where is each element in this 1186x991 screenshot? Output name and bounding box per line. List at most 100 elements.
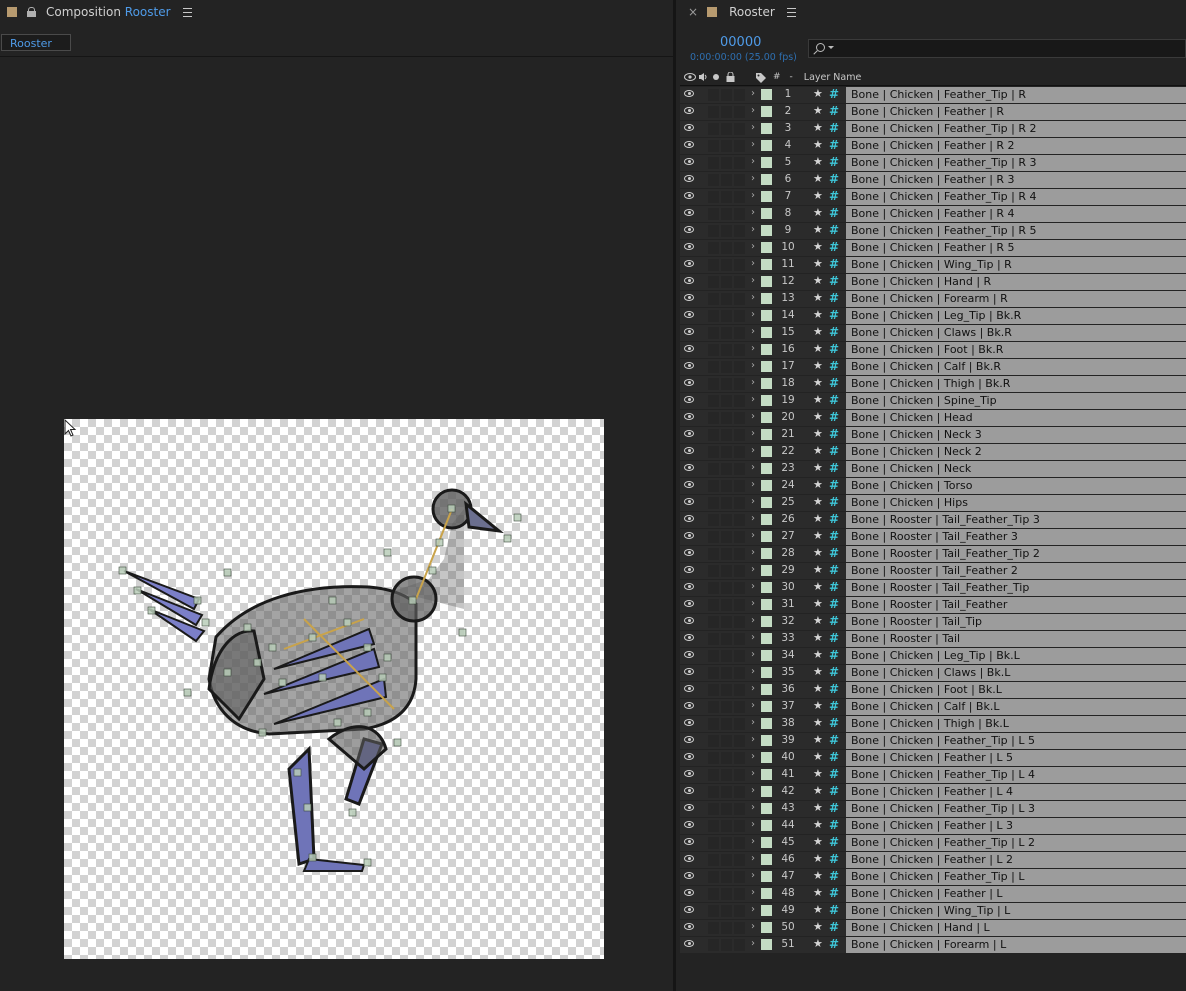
- layer-row[interactable]: › 6 ★ # Bone | Chicken | Feather | R 3: [680, 172, 1186, 188]
- eye-icon[interactable]: [684, 855, 694, 862]
- solo-toggle[interactable]: [721, 463, 732, 475]
- star-icon[interactable]: ★: [813, 716, 823, 729]
- layer-label-swatch[interactable]: [761, 531, 772, 542]
- layer-name[interactable]: Bone | Rooster | Tail_Feather_Tip: [846, 580, 1186, 596]
- layer-name[interactable]: Bone | Chicken | Leg_Tip | Bk.R: [846, 308, 1186, 324]
- layer-row[interactable]: › 21 ★ # Bone | Chicken | Neck 3: [680, 427, 1186, 443]
- layer-row[interactable]: › 5 ★ # Bone | Chicken | Feather_Tip | R 3: [680, 155, 1186, 171]
- eye-icon[interactable]: [684, 566, 694, 573]
- layer-label-swatch[interactable]: [761, 548, 772, 559]
- layer-name[interactable]: Bone | Chicken | Wing_Tip | R: [846, 257, 1186, 273]
- current-time-display[interactable]: 00000: [720, 35, 761, 50]
- chevron-right-icon[interactable]: ›: [751, 241, 755, 252]
- solo-toggle[interactable]: [721, 599, 732, 611]
- layer-label-swatch[interactable]: [761, 837, 772, 848]
- chevron-right-icon[interactable]: ›: [751, 564, 755, 575]
- chevron-right-icon[interactable]: ›: [751, 496, 755, 507]
- lock-toggle[interactable]: [734, 310, 745, 322]
- layer-name[interactable]: Bone | Chicken | Neck 3: [846, 427, 1186, 443]
- lock-toggle[interactable]: [734, 327, 745, 339]
- audio-toggle[interactable]: [708, 140, 719, 152]
- layer-row[interactable]: › 29 ★ # Bone | Rooster | Tail_Feather 2: [680, 563, 1186, 579]
- chevron-right-icon[interactable]: ›: [751, 309, 755, 320]
- layer-name[interactable]: Bone | Chicken | Feather | L 4: [846, 784, 1186, 800]
- chevron-right-icon[interactable]: ›: [751, 649, 755, 660]
- chevron-right-icon[interactable]: ›: [751, 581, 755, 592]
- lock-toggle[interactable]: [734, 803, 745, 815]
- solo-toggle[interactable]: [721, 871, 732, 883]
- eye-icon[interactable]: [684, 889, 694, 896]
- layer-name[interactable]: Bone | Chicken | Feather_Tip | R: [846, 87, 1186, 103]
- panel-menu-icon[interactable]: [182, 7, 192, 17]
- eye-icon[interactable]: [684, 923, 694, 930]
- layer-label-swatch[interactable]: [761, 769, 772, 780]
- audio-toggle[interactable]: [708, 429, 719, 441]
- chevron-right-icon[interactable]: ›: [751, 921, 755, 932]
- star-icon[interactable]: ★: [813, 461, 823, 474]
- solo-toggle[interactable]: [721, 412, 732, 424]
- layer-name[interactable]: Bone | Chicken | Foot | Bk.L: [846, 682, 1186, 698]
- layer-row[interactable]: › 42 ★ # Bone | Chicken | Feather | L 4: [680, 784, 1186, 800]
- eye-icon[interactable]: [684, 73, 696, 81]
- layer-label-swatch[interactable]: [761, 157, 772, 168]
- chevron-right-icon[interactable]: ›: [751, 462, 755, 473]
- eye-icon[interactable]: [684, 328, 694, 335]
- star-icon[interactable]: ★: [813, 155, 823, 168]
- eye-icon[interactable]: [684, 362, 694, 369]
- layer-name[interactable]: Bone | Rooster | Tail_Feather 3: [846, 529, 1186, 545]
- solo-toggle[interactable]: [721, 446, 732, 458]
- audio-toggle[interactable]: [708, 871, 719, 883]
- solo-toggle[interactable]: [721, 123, 732, 135]
- composition-tab[interactable]: Rooster: [1, 34, 71, 51]
- audio-toggle[interactable]: [708, 650, 719, 662]
- solo-toggle[interactable]: [721, 718, 732, 730]
- eye-icon[interactable]: [684, 634, 694, 641]
- chevron-right-icon[interactable]: ›: [751, 683, 755, 694]
- lock-toggle[interactable]: [734, 361, 745, 373]
- layer-row[interactable]: › 38 ★ # Bone | Chicken | Thigh | Bk.L: [680, 716, 1186, 732]
- audio-toggle[interactable]: [708, 242, 719, 254]
- eye-icon[interactable]: [684, 226, 694, 233]
- layer-label-swatch[interactable]: [761, 293, 772, 304]
- layer-label-swatch[interactable]: [761, 140, 772, 151]
- star-icon[interactable]: ★: [813, 104, 823, 117]
- layer-label-swatch[interactable]: [761, 565, 772, 576]
- layer-name[interactable]: Bone | Chicken | Feather | R 4: [846, 206, 1186, 222]
- solo-toggle[interactable]: [721, 633, 732, 645]
- layer-name[interactable]: Bone | Chicken | Feather | R 5: [846, 240, 1186, 256]
- star-icon[interactable]: ★: [813, 87, 823, 100]
- lock-toggle[interactable]: [734, 429, 745, 441]
- lock-toggle[interactable]: [734, 140, 745, 152]
- layer-row[interactable]: › 35 ★ # Bone | Chicken | Claws | Bk.L: [680, 665, 1186, 681]
- layer-name[interactable]: Bone | Chicken | Spine_Tip: [846, 393, 1186, 409]
- lock-toggle[interactable]: [734, 293, 745, 305]
- audio-toggle[interactable]: [708, 208, 719, 220]
- layer-row[interactable]: › 1 ★ # Bone | Chicken | Feather_Tip | R: [680, 87, 1186, 103]
- star-icon[interactable]: ★: [813, 614, 823, 627]
- star-icon[interactable]: ★: [813, 665, 823, 678]
- star-icon[interactable]: ★: [813, 886, 823, 899]
- layer-row[interactable]: › 28 ★ # Bone | Rooster | Tail_Feather_Tip 2: [680, 546, 1186, 562]
- eye-icon[interactable]: [684, 787, 694, 794]
- chevron-right-icon[interactable]: ›: [751, 666, 755, 677]
- layer-label-swatch[interactable]: [761, 888, 772, 899]
- eye-icon[interactable]: [684, 158, 694, 165]
- lock-toggle[interactable]: [734, 939, 745, 951]
- audio-toggle[interactable]: [708, 820, 719, 832]
- chevron-right-icon[interactable]: ›: [751, 853, 755, 864]
- star-icon[interactable]: ★: [813, 852, 823, 865]
- layer-label-swatch[interactable]: [761, 463, 772, 474]
- layer-name[interactable]: Bone | Chicken | Feather | L 2: [846, 852, 1186, 868]
- solo-toggle[interactable]: [721, 548, 732, 560]
- lock-toggle[interactable]: [734, 157, 745, 169]
- layer-name[interactable]: Bone | Chicken | Feather_Tip | L 2: [846, 835, 1186, 851]
- chevron-right-icon[interactable]: ›: [751, 377, 755, 388]
- layer-name[interactable]: Bone | Chicken | Feather_Tip | R 5: [846, 223, 1186, 239]
- chevron-right-icon[interactable]: ›: [751, 615, 755, 626]
- layer-name[interactable]: Bone | Chicken | Feather_Tip | L 3: [846, 801, 1186, 817]
- lock-toggle[interactable]: [734, 480, 745, 492]
- lock-toggle[interactable]: [734, 820, 745, 832]
- solo-toggle[interactable]: [721, 361, 732, 373]
- layer-row[interactable]: › 16 ★ # Bone | Chicken | Foot | Bk.R: [680, 342, 1186, 358]
- composition-title-name[interactable]: Rooster: [125, 5, 171, 19]
